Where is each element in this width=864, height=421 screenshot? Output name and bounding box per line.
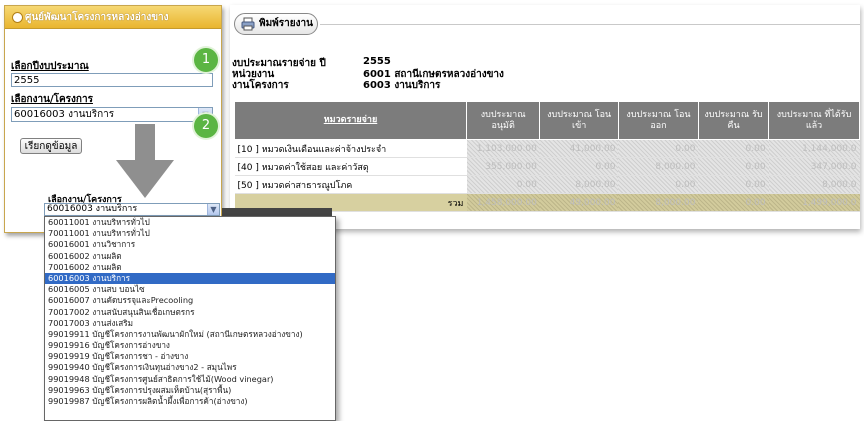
chevron-down-icon[interactable]: ▼ [207,204,219,215]
dropdown-option[interactable]: 70017002 งานสนับสนุนสินเชื่อเกษตรกร [45,307,335,318]
panel-title: ศูนย์พัฒนาโครงการหลวงอ่างขาง [25,12,169,23]
cell-value: 0.00 [698,139,769,158]
cell-value: 0.00 [698,193,769,212]
dropdown-option[interactable]: 60016002 งานผลิต [45,251,335,262]
cell-value: 41,000.00 [539,139,619,158]
table-row: [50 ] หมวดค่าสาธารณูปโภค 0.00 8,000.00 0… [234,175,860,194]
column-header: งบประมาณ โอนเข้า [539,101,619,140]
print-button-label: พิมพ์รายงาน [259,18,313,29]
column-header[interactable]: หมวดรายจ่าย [234,101,467,140]
dropdown-option[interactable]: 99019919 บัญชีโครงการชา - อ่างขาง [45,351,335,362]
cell-value: 0.00 [618,139,699,158]
project-dropdown[interactable]: 60016003 งานบริการ ▼ [44,203,220,216]
info-value-year: 2555 [363,56,391,67]
table-header-row: หมวดรายจ่าย งบประมาณ อนุมัติ งบประมาณ โอ… [234,101,860,140]
cell-value: 0.00 [698,157,769,176]
fetch-data-button[interactable]: เรียกดูข้อมูล [20,138,82,154]
cell-value: 8,000.0 [768,175,860,194]
dropdown-option[interactable]: 70011001 งานบริหารทั่วไป [45,228,335,239]
cell-value: 0.00 [466,175,540,194]
bullet-icon [12,12,23,23]
dropdown-option[interactable]: 60016007 งานคัดบรรจุและPrecooling [45,295,335,306]
cell-value: 0.00 [618,175,699,194]
report-panel: พิมพ์รายงาน งบประมาณรายจ่าย ปี 2555 หน่ว… [230,5,860,229]
print-report-button[interactable]: พิมพ์รายงาน [234,13,318,35]
dropdown-option[interactable]: 60011001 งานบริหารทั่วไป [45,217,335,228]
dropdown-option[interactable]: 60016001 งานวิชาการ [45,239,335,250]
dropdown-option[interactable]: 70016002 งานผลิต [45,262,335,273]
cell-value: 1,103,000.00 [466,139,540,158]
dropdown-option[interactable]: 99019940 บัญชีโครงการเงินทุนอ่างขาง2 - ส… [45,362,335,373]
info-value-project: 6003 งานบริการ [363,80,441,91]
cell-value: 8,000.00 [618,193,699,212]
dropdown-option[interactable]: 70017003 งานส่งเสริม [45,318,335,329]
column-header: งบประมาณ โอนออก [617,101,699,140]
row-category: [50 ] หมวดค่าสาธารณูปโภค [234,175,467,194]
printer-icon [241,17,255,31]
step-badge-1: 1 [194,48,218,72]
dropdown-selected: 60016003 งานบริการ [47,204,138,214]
dropdown-option[interactable]: 99019987 บัญชีโครงการผลิตน้ำผึ้งเพื่อการ… [45,396,335,407]
arrow-down-icon [116,124,174,198]
info-key-project: งานโครงการ [232,80,289,91]
cell-value: 355,000.00 [466,157,540,176]
dropdown-options-list[interactable]: 60011001 งานบริหารทั่วไป 70011001 งานบริห… [44,216,336,421]
cell-value: 0.00 [698,175,769,194]
cell-value: 49,000.00 [539,193,619,212]
year-label: เลือกปีงบประมาณ [11,61,89,72]
year-input[interactable]: 2555 [11,73,213,87]
cell-value: 347,000.0 [768,157,860,176]
dropdown-option[interactable]: 99019948 บัญชีโครงการศูนย์สาธิตการใช้ไม้… [45,374,335,385]
cell-value: 1,499,000.0 [768,193,860,212]
row-category: [10 ] หมวดเงินเดือนและค่าจ้างประจำ [234,139,467,158]
dropdown-option[interactable]: 60016005 งานสบ บอนไซ [45,284,335,295]
panel-header: ศูนย์พัฒนาโครงการหลวงอ่างขาง [5,6,221,29]
cell-value: 1,458,000.00 [466,193,540,212]
column-header: งบประมาณ อนุมัติ [465,101,541,140]
dropdown-option[interactable]: 99019916 บัญชีโครงการอ่างขาง [45,340,335,351]
dropdown-option[interactable]: 99019911 บัญชีโครงการงานพัฒนาผักใหม่ (สถ… [45,329,335,340]
table-row: [40 ] หมวดค่าใช้สอย และค่าวัสดุ 355,000.… [234,157,860,176]
cell-value: 8,000.00 [618,157,699,176]
dropdown-option[interactable]: 99019963 บัญชีโครงการปรุงผสมเห็ดบ้าน(สุร… [45,385,335,396]
dropdown-option[interactable]: 60016003 งานบริการ [45,272,335,285]
column-header: งบประมาณ ที่ได้รับแล้ว [768,101,860,140]
table-row: [10 ] หมวดเงินเดือนและค่าจ้างประจำ 1,103… [234,139,860,158]
cell-value: 1,144,000.0 [768,139,860,158]
project-select[interactable]: 60016003 งานบริการ ▼ [11,107,213,122]
project-select-value: 60016003 งานบริการ [14,109,115,120]
column-header: งบประมาณ รับคืน [697,101,770,140]
divider [320,24,860,25]
cell-value: 0.00 [539,157,619,176]
cell-value: 8,000.00 [539,175,619,194]
step-badge-2: 2 [194,114,218,138]
row-category: [40 ] หมวดค่าใช้สอย และค่าวัสดุ [234,157,467,176]
project-label: เลือกงาน/โครงการ [11,94,93,105]
budget-table: หมวดรายจ่าย งบประมาณ อนุมัติ งบประมาณ โอ… [234,101,860,212]
